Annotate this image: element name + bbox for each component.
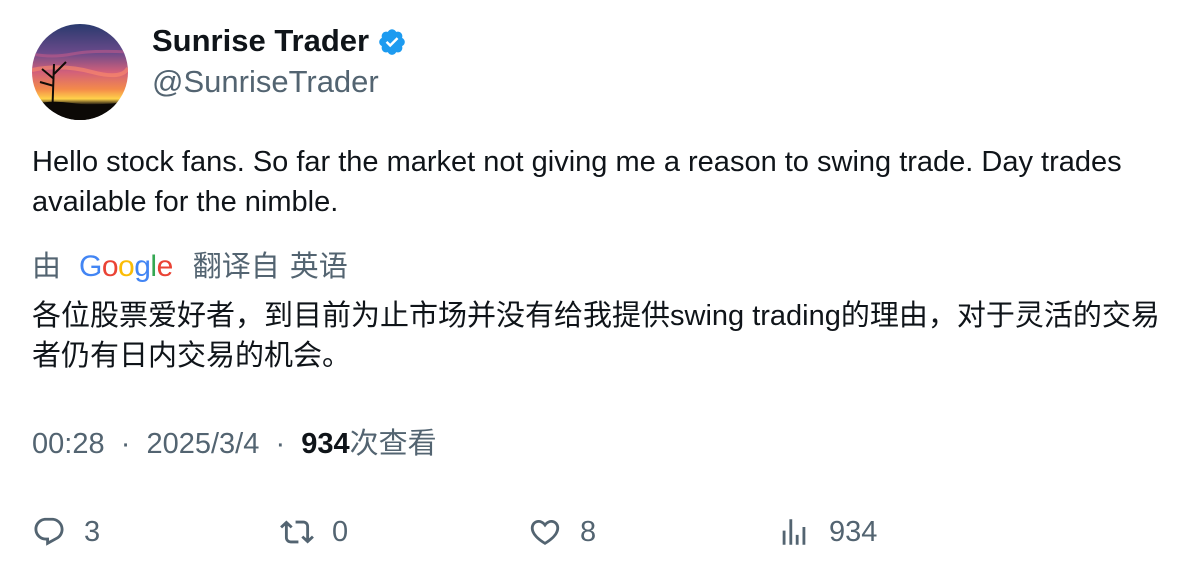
author-display-name-row[interactable]: Sunrise Trader: [152, 22, 407, 60]
meta-separator: ·: [112, 428, 139, 460]
retweet-count: 0: [332, 515, 349, 548]
author-display-name[interactable]: Sunrise Trader: [152, 22, 369, 60]
translation-attribution: 由 Google 翻译自 英语: [32, 247, 348, 287]
google-logo[interactable]: Google: [79, 247, 173, 287]
tweet-time[interactable]: 00:28: [32, 428, 105, 460]
retweet-icon: [280, 520, 314, 544]
avatar[interactable]: [32, 24, 128, 120]
heart-icon: [530, 519, 560, 545]
reply-count: 3: [84, 515, 101, 548]
translation-by-label: 由: [32, 251, 62, 283]
views-label: 次查看: [349, 428, 437, 460]
tweet-date[interactable]: 2025/3/4: [146, 428, 259, 460]
reply-button[interactable]: 3: [32, 510, 100, 554]
views-action-count: 934: [829, 515, 878, 548]
author-handle[interactable]: @SunriseTrader: [152, 63, 379, 101]
action-bar: 3 0 8 934: [0, 510, 1196, 554]
reply-icon: [34, 517, 64, 546]
tweet-meta: 00:28 · 2025/3/4 · 934次查看: [32, 424, 437, 464]
views-count: 934: [301, 428, 350, 460]
verified-badge-icon: [377, 27, 407, 57]
like-count: 8: [580, 515, 597, 548]
bar-chart-icon: [782, 519, 806, 545]
retweet-button[interactable]: 0: [280, 510, 348, 554]
source-language: 英语: [289, 251, 348, 283]
translated-from-label: 翻译自: [192, 251, 280, 283]
meta-separator: ·: [267, 428, 294, 460]
tweet-text: Hello stock fans. So far the market not …: [32, 146, 1122, 218]
sunrise-landscape-avatar: [32, 24, 128, 120]
views-button[interactable]: 934: [777, 510, 877, 554]
like-button[interactable]: 8: [528, 510, 596, 554]
translated-tweet-text: 各位股票爱好者，到目前为止市场并没有给我提供swing trading的理由，对…: [32, 300, 1160, 372]
